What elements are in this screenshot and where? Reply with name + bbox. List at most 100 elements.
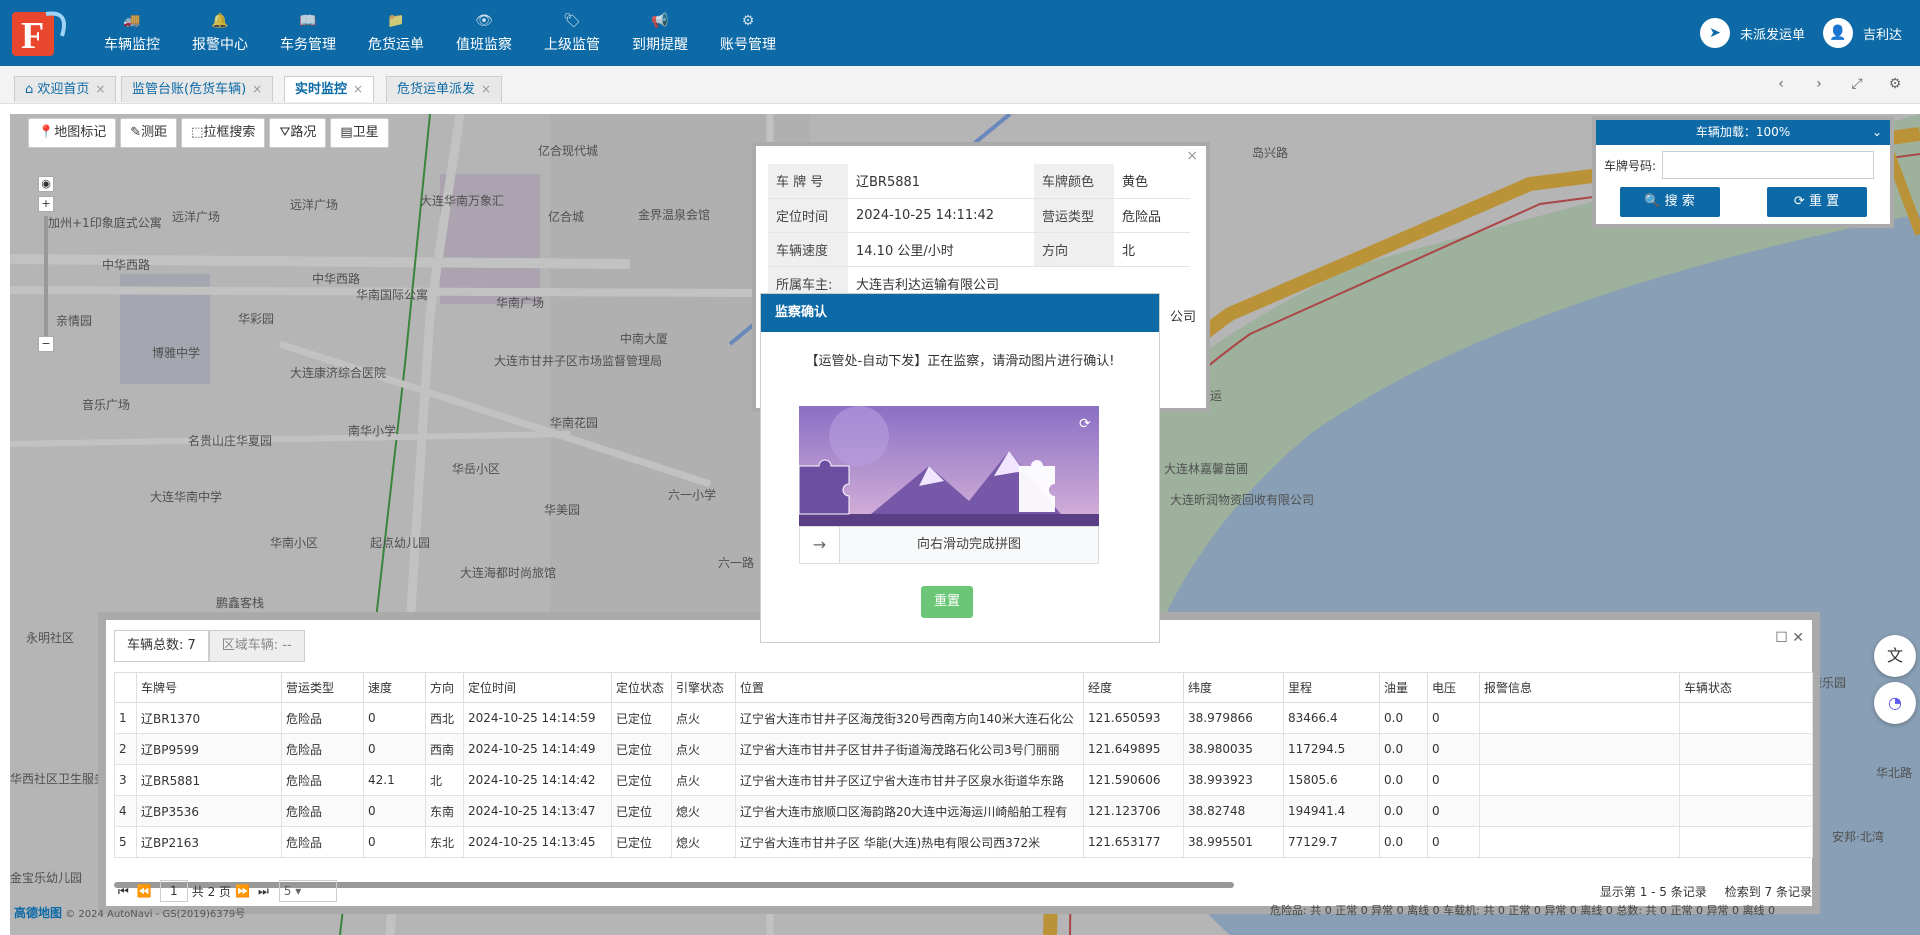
plate-number-input[interactable] xyxy=(1662,151,1875,179)
zoom-slider[interactable] xyxy=(44,216,48,336)
column-header[interactable]: 速度 xyxy=(363,672,426,703)
unsent-waybill-link[interactable]: ➤ 未派发运单 xyxy=(1699,18,1805,48)
maximize-icon[interactable]: ☐ xyxy=(1775,630,1788,646)
table-cell: 0 xyxy=(1427,702,1480,734)
zoom-in-button[interactable]: + xyxy=(38,196,54,212)
next-page-icon[interactable]: ⏩ xyxy=(235,884,250,898)
close-icon[interactable]: ✕ xyxy=(1792,630,1804,646)
chevron-right-icon[interactable]: › xyxy=(1800,76,1838,92)
fullscreen-icon[interactable]: ⤢ xyxy=(1838,76,1876,92)
column-header[interactable]: 定位时间 xyxy=(463,672,612,703)
table-row[interactable]: 5 辽BP2163 危险品 0 东北 2024-10-25 14:13:45 已定位 熄火 辽宁… xyxy=(114,826,1813,858)
tab-bar: ⌂ 欢迎首页 × 监管台账(危货车辆) × 实时监控 × 危货运单派发 × ‹ › ⤢ … xyxy=(0,66,1920,104)
chevron-down-icon[interactable]: ⌄ xyxy=(1872,120,1882,145)
zoom-out-button[interactable]: − xyxy=(38,336,54,352)
first-page-icon[interactable]: ⏮ xyxy=(118,884,129,899)
table-cell: 辽宁省大连市甘井子区辽宁省大连市甘井子区泉水街道华东路 xyxy=(735,764,1084,796)
column-header[interactable]: 车辆状态 xyxy=(1679,672,1813,703)
assistant-bot-icon[interactable]: ◔ xyxy=(1874,682,1916,724)
tab-total-vehicles[interactable]: 车辆总数: 7 xyxy=(114,630,209,662)
column-header[interactable] xyxy=(114,672,137,703)
table-cell: 5 xyxy=(114,826,137,858)
close-icon[interactable]: × xyxy=(1186,148,1198,164)
table-row[interactable]: 1 辽BR1370 危险品 0 西北 2024-10-25 14:14:59 已定位 点火 辽宁… xyxy=(114,702,1813,734)
table-row[interactable]: 2 辽BP9599 危险品 0 西南 2024-10-25 14:14:49 已定位 点火 辽宁… xyxy=(114,733,1813,765)
close-icon[interactable]: × xyxy=(252,82,262,96)
reset-button[interactable]: ⟳ 重 置 xyxy=(1766,187,1867,217)
nav-item-4[interactable]: 👁 值班监察 xyxy=(440,0,528,66)
nav-item-label: 报警中心 xyxy=(192,37,248,53)
column-header[interactable]: 电压 xyxy=(1427,672,1480,703)
tab-home[interactable]: ⌂ 欢迎首页 × xyxy=(14,76,117,102)
vehicle-info-k1: 车辆速度 xyxy=(768,232,848,267)
app-logo[interactable]: F xyxy=(12,8,72,60)
vehicle-info-v2: 黄色 xyxy=(1114,164,1190,199)
translate-icon[interactable]: 文 xyxy=(1874,635,1916,677)
nav-item-0[interactable]: 🚚 车辆监控 xyxy=(88,0,176,66)
last-page-icon[interactable]: ⏭ xyxy=(258,884,269,899)
column-header[interactable]: 引擎状态 xyxy=(671,672,736,703)
close-icon[interactable]: × xyxy=(481,82,491,96)
modal-reset-button[interactable]: 重置 xyxy=(921,586,973,618)
table-cell: 0 xyxy=(1427,764,1480,796)
close-icon[interactable]: × xyxy=(95,82,105,96)
prev-page-icon[interactable]: ⏪ xyxy=(137,884,152,898)
panel-header[interactable]: 车辆加载：100% ⌄ xyxy=(1596,120,1890,145)
found-records: 检索到 7 条记录 xyxy=(1724,884,1812,899)
measure-tool[interactable]: ✎测距 xyxy=(120,118,178,148)
map-marker-tool[interactable]: 📍地图标记 xyxy=(28,118,117,148)
column-header[interactable]: 营运类型 xyxy=(281,672,364,703)
table-row[interactable]: 3 辽BR5881 危险品 42.1 北 2024-10-25 14:14:42 已定位 点火… xyxy=(114,764,1813,796)
table-cell: 121.650593 xyxy=(1083,702,1184,734)
captcha-slider[interactable]: → 向右滑动完成拼图 xyxy=(799,526,1099,564)
nav-item-7[interactable]: ⚙ 账号管理 xyxy=(704,0,792,66)
nav-item-2[interactable]: 📖 车务管理 xyxy=(264,0,352,66)
column-header[interactable]: 油量 xyxy=(1379,672,1428,703)
search-button[interactable]: 🔍 搜 索 xyxy=(1619,187,1720,217)
partial-text: 公司 xyxy=(1169,310,1196,325)
nav-item-1[interactable]: 🔔 报警中心 xyxy=(176,0,264,66)
satellite-tool[interactable]: ▤卫星 xyxy=(330,118,389,148)
table-cell: 熄火 xyxy=(671,826,736,858)
slider-handle-arrow-icon[interactable]: → xyxy=(800,527,840,563)
column-header[interactable]: 方向 xyxy=(425,672,464,703)
page-size-select[interactable]: 5 ▾ xyxy=(278,880,337,902)
top-nav-bar: F 🚚 车辆监控 🔔 报警中心 📖 车务管理 📁 危货运单 👁 值班监察 🏷 上级监管 📢 到期提醒 ⚙ 账号… xyxy=(0,0,1920,66)
column-header[interactable]: 定位状态 xyxy=(611,672,672,703)
column-header[interactable]: 车牌号 xyxy=(136,672,282,703)
tab-ledger[interactable]: 监管台账(危货车辆) × xyxy=(121,76,274,102)
vehicle-info-v1: 14.10 公里/小时 xyxy=(848,232,1034,267)
chevron-left-icon[interactable]: ‹ xyxy=(1762,76,1800,92)
tab-dispatch[interactable]: 危货运单派发 × xyxy=(386,76,503,102)
page-number-input[interactable]: 1 xyxy=(159,880,188,902)
close-icon[interactable]: × xyxy=(353,82,363,96)
nav-item-label: 上级监管 xyxy=(544,37,600,53)
tab-area-vehicles[interactable]: 区域车辆: -- xyxy=(208,630,305,662)
table-cell: 点火 xyxy=(671,764,736,796)
table-cell: 辽BP9599 xyxy=(136,733,282,765)
nav-item-3[interactable]: 📁 危货运单 xyxy=(352,0,440,66)
gear-icon[interactable]: ⚙ xyxy=(1876,76,1914,92)
table-cell: 辽BP3536 xyxy=(136,795,282,827)
box-search-tool[interactable]: ⬚拉框搜索 xyxy=(181,118,266,148)
column-header[interactable]: 纬度 xyxy=(1183,672,1284,703)
table-cell: 15805.6 xyxy=(1283,764,1380,796)
table-cell: 83466.4 xyxy=(1283,702,1380,734)
table-cell: 0 xyxy=(363,702,426,734)
column-header[interactable]: 位置 xyxy=(735,672,1084,703)
table-cell xyxy=(1679,795,1813,827)
table-cell: 点火 xyxy=(671,733,736,765)
table-cell: 辽BR1370 xyxy=(136,702,282,734)
column-header[interactable]: 经度 xyxy=(1083,672,1184,703)
user-menu[interactable]: 👤 吉利达 xyxy=(1822,18,1902,48)
nav-item-5[interactable]: 🏷 上级监管 xyxy=(528,0,616,66)
table-cell: 辽宁省大连市甘井子区甘井子街道海茂路石化公司3号门丽丽 xyxy=(735,733,1084,765)
table-cell: 0 xyxy=(1427,733,1480,765)
table-row[interactable]: 4 辽BP3536 危险品 0 东南 2024-10-25 14:13:47 已定位 熄火 辽宁… xyxy=(114,795,1813,827)
compass-icon[interactable]: ◉ xyxy=(38,176,54,192)
nav-item-6[interactable]: 📢 到期提醒 xyxy=(616,0,704,66)
tab-realtime[interactable]: 实时监控 × xyxy=(284,76,375,102)
traffic-tool[interactable]: ⛛路况 xyxy=(269,118,327,148)
column-header[interactable]: 里程 xyxy=(1283,672,1380,703)
column-header[interactable]: 报警信息 xyxy=(1479,672,1680,703)
